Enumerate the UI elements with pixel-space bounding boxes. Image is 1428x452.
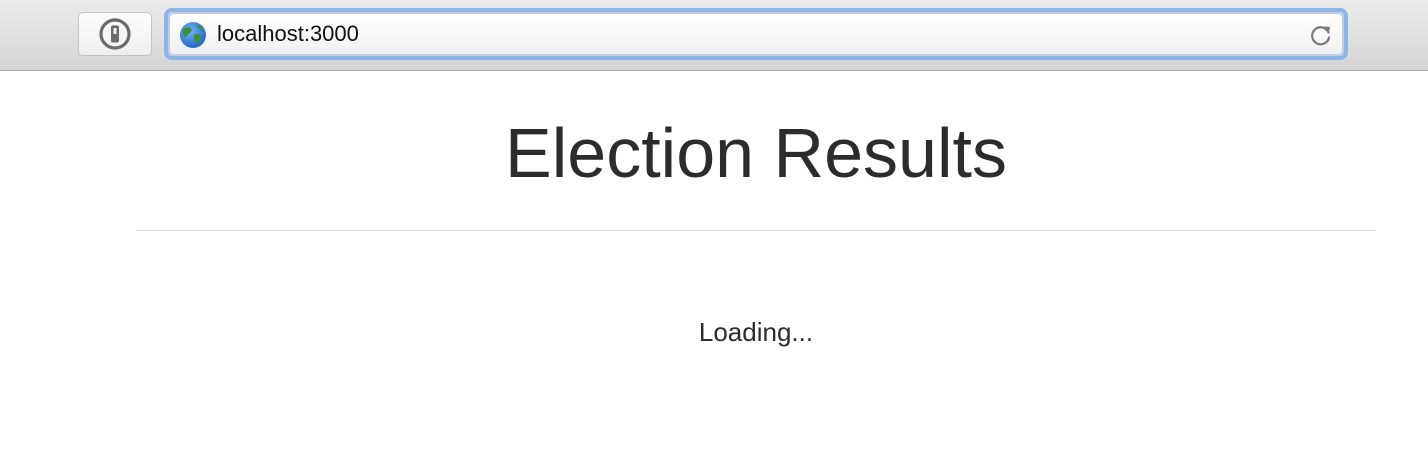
page-title: Election Results: [505, 114, 1007, 192]
loading-status: Loading...: [698, 317, 814, 347]
title-divider: [136, 230, 1376, 231]
password-manager-button[interactable]: [78, 12, 152, 56]
page-content: Election Results Loading...: [0, 72, 1428, 452]
url-text[interactable]: localhost:3000: [217, 14, 359, 54]
address-field[interactable]: localhost:3000: [169, 13, 1343, 55]
globe-icon: [180, 22, 206, 48]
address-bar[interactable]: localhost:3000: [164, 8, 1348, 60]
key-lock-icon: [99, 18, 131, 50]
browser-toolbar: localhost:3000: [0, 0, 1428, 71]
reload-icon[interactable]: [1308, 22, 1334, 48]
